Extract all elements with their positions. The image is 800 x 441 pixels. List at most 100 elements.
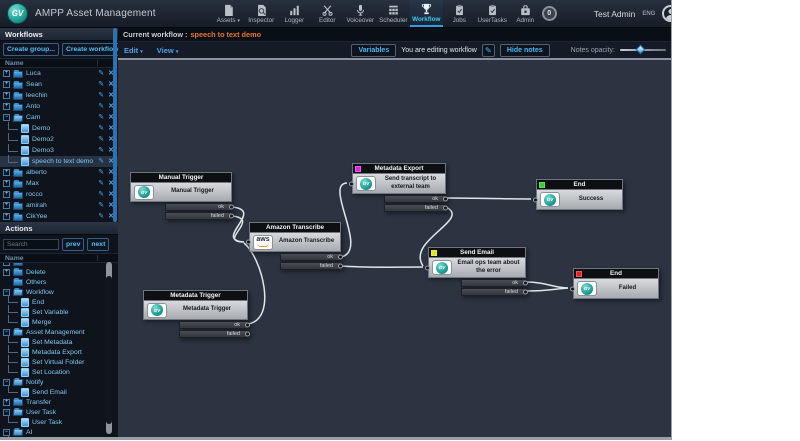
edit-icon[interactable]: ✎ — [98, 169, 104, 176]
nav-assets[interactable]: Assets ▾ — [212, 0, 245, 27]
notifications-badge[interactable]: 0 — [542, 6, 557, 21]
workflow-group-row[interactable]: + alberto ✎✕ — [0, 167, 118, 178]
workflow-row-selected[interactable]: speech to text demo ✎✕ — [0, 156, 118, 167]
expand-toggle[interactable]: + — [3, 399, 10, 406]
nav-admin[interactable]: Admin — [509, 0, 542, 27]
workflows-scrollbar[interactable] — [113, 28, 117, 222]
language-label[interactable]: ENG — [642, 11, 655, 17]
edit-icon[interactable]: ✎ — [98, 191, 104, 198]
workflow-group-row[interactable]: + Anto ✎✕ — [0, 101, 118, 112]
output-ok[interactable]: ok — [165, 203, 232, 211]
port-out-failed[interactable] — [245, 332, 250, 337]
action-row[interactable]: User Task — [0, 417, 118, 427]
output-ok[interactable]: ok — [179, 321, 248, 329]
action-group-row[interactable]: Others — [0, 277, 118, 287]
edit-icon[interactable]: ✎ — [98, 136, 104, 143]
action-row[interactable]: Send Email — [0, 387, 118, 397]
port-out-failed[interactable] — [443, 206, 448, 211]
nav-scheduler[interactable]: Scheduler — [377, 0, 410, 27]
action-group-row[interactable]: + Transfer — [0, 397, 118, 407]
port-out-ok[interactable] — [245, 323, 250, 328]
workflow-group-row[interactable]: + Sean ✎✕ — [0, 79, 118, 90]
edit-icon[interactable]: ✎ — [98, 202, 104, 209]
workflow-group-row[interactable]: + CikYee ✎✕ — [0, 211, 118, 222]
action-row[interactable]: Merge — [0, 317, 118, 327]
port-out-failed[interactable] — [338, 264, 343, 269]
expand-toggle[interactable]: + — [3, 92, 10, 99]
actions-scrollbar[interactable] — [106, 262, 112, 434]
expand-toggle[interactable]: + — [3, 191, 10, 198]
port-out-failed[interactable] — [229, 214, 234, 219]
edit-icon[interactable]: ✎ — [98, 103, 104, 110]
port-in[interactable] — [246, 240, 251, 245]
output-failed[interactable]: failed — [280, 262, 341, 270]
edit-icon[interactable]: ✎ — [98, 147, 104, 154]
edit-icon[interactable]: ✎ — [98, 81, 104, 88]
edit-icon[interactable]: ✎ — [98, 114, 104, 121]
expand-toggle[interactable]: + — [3, 70, 10, 77]
edit-workflow-pencil-button[interactable]: ✎ — [482, 44, 495, 57]
output-ok[interactable]: ok — [280, 253, 341, 261]
nav-voiceover[interactable]: Voiceover — [344, 0, 377, 27]
edit-icon[interactable]: ✎ — [98, 92, 104, 99]
user-avatar[interactable] — [662, 5, 672, 22]
output-failed[interactable]: failed — [179, 330, 248, 338]
port-out-ok[interactable] — [229, 205, 234, 210]
variables-button[interactable]: Variables — [351, 44, 396, 57]
notes-opacity-slider[interactable] — [620, 45, 666, 55]
port-out-ok[interactable] — [523, 281, 528, 286]
action-group-row[interactable]: + Delete — [0, 267, 118, 277]
view-menu[interactable]: View ▾ — [157, 46, 179, 55]
expand-toggle[interactable]: + — [3, 202, 10, 209]
slider-thumb[interactable] — [636, 45, 646, 55]
port-in[interactable] — [533, 197, 538, 202]
expand-toggle[interactable]: + — [3, 213, 10, 220]
edit-menu[interactable]: Edit ▾ — [124, 46, 143, 55]
port-out-ok[interactable] — [443, 197, 448, 202]
port-in[interactable] — [570, 286, 575, 291]
edit-icon[interactable]: ✎ — [98, 70, 104, 77]
expand-toggle[interactable]: + — [3, 180, 10, 187]
port-out-failed[interactable] — [523, 290, 528, 295]
output-ok[interactable]: ok — [461, 279, 526, 287]
workflow-group-row[interactable]: + Luca ✎✕ — [0, 68, 118, 79]
edit-icon[interactable]: ✎ — [98, 213, 104, 220]
edit-icon[interactable]: ✎ — [98, 125, 104, 132]
expand-toggle[interactable]: − — [3, 114, 10, 121]
actions-search-input[interactable] — [3, 239, 59, 250]
output-ok[interactable]: ok — [384, 195, 446, 203]
hide-notes-button[interactable]: Hide notes — [500, 44, 550, 57]
port-in[interactable] — [349, 181, 354, 186]
node-amazon-transcribe[interactable]: Amazon Transcribe aws Amazon Transcribe … — [249, 222, 341, 270]
workflow-group-row[interactable]: + leechin ✎✕ — [0, 90, 118, 101]
nav-usertasks[interactable]: UserTasks — [476, 0, 509, 27]
edit-icon[interactable]: ✎ — [98, 180, 104, 187]
node-manual-trigger[interactable]: Manual Trigger GV Manual Trigger ok fail… — [130, 172, 232, 220]
node-end-failed[interactable]: End GV Failed — [573, 268, 659, 299]
user-name[interactable]: Test Admin — [594, 9, 636, 19]
actions-scrollbar-thumb[interactable] — [106, 276, 112, 424]
expand-toggle[interactable]: + — [3, 103, 10, 110]
expand-toggle[interactable]: + — [3, 269, 10, 276]
workflow-group-row[interactable]: + amirah ✎✕ — [0, 200, 118, 211]
port-out-ok[interactable] — [338, 255, 343, 260]
output-failed[interactable]: failed — [461, 288, 526, 296]
node-metadata-export[interactable]: Metadata Export GV Send transcript to ex… — [352, 163, 446, 212]
port-in[interactable] — [425, 265, 430, 270]
search-next-button[interactable]: next — [87, 238, 109, 251]
nav-inspector[interactable]: Inspector — [245, 0, 278, 27]
nav-jobs[interactable]: Jobs — [443, 0, 476, 27]
action-row[interactable]: Amazon Transcribe — [0, 437, 118, 440]
node-send-email[interactable]: Send Email GV Email ops team about the e… — [428, 247, 526, 296]
node-end-success[interactable]: End GV Success — [536, 179, 623, 210]
search-prev-button[interactable]: prev — [62, 238, 84, 251]
nav-logger[interactable]: Logger — [278, 0, 311, 27]
expand-toggle[interactable]: + — [3, 81, 10, 88]
node-metadata-trigger[interactable]: Metadata Trigger GV Metadata Trigger ok … — [143, 290, 248, 338]
action-row[interactable]: Set Location — [0, 367, 118, 377]
output-failed[interactable]: failed — [165, 212, 232, 220]
nav-workflow[interactable]: Workflow — [410, 0, 443, 27]
expand-toggle[interactable]: + — [3, 169, 10, 176]
create-group-button[interactable]: Create group... — [3, 43, 59, 56]
workflow-canvas[interactable]: Manual Trigger GV Manual Trigger ok fail… — [118, 58, 672, 437]
